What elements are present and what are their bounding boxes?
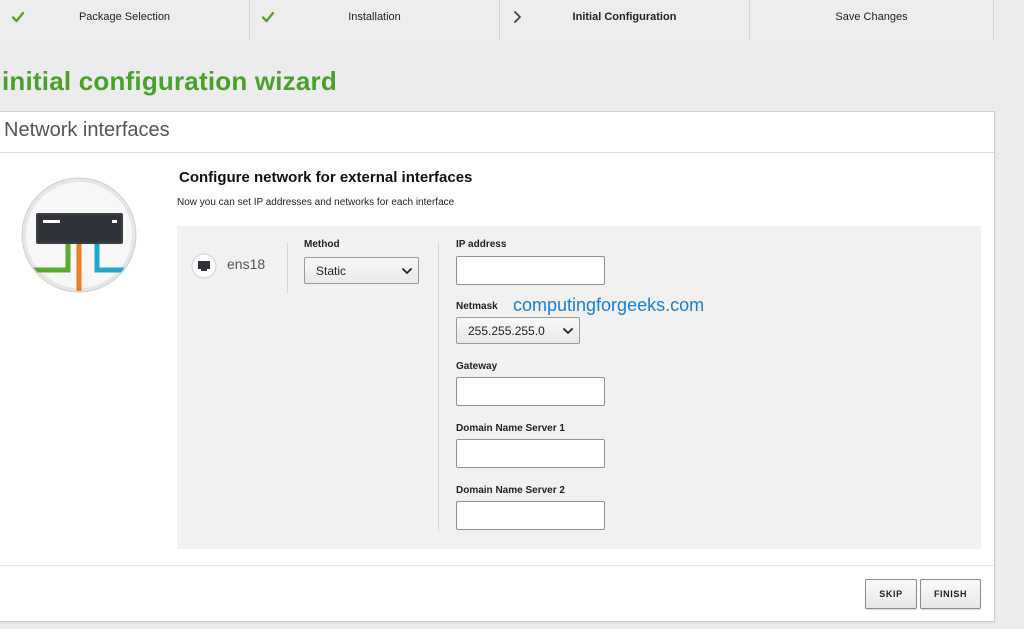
divider (287, 243, 288, 293)
netmask-select[interactable]: 255.255.255.0 (456, 317, 580, 344)
page-title: initial configuration wizard (2, 66, 337, 96)
gateway-label: Gateway (456, 361, 498, 372)
dns2-input[interactable] (456, 501, 605, 530)
step-initial-configuration: Initial Configuration (500, 0, 750, 40)
netmask-value: 255.255.255.0 (468, 324, 545, 338)
chevron-down-icon (402, 268, 412, 274)
chevron-down-icon (563, 328, 573, 334)
ip-address-label: IP address (456, 239, 507, 250)
interface-name: ens18 (227, 256, 266, 272)
divider (438, 243, 439, 531)
step-installation: Installation (250, 0, 500, 40)
network-port-icon (191, 253, 217, 279)
dns1-label: Domain Name Server 1 (456, 423, 565, 434)
finish-button[interactable]: FINISH (920, 579, 981, 609)
step-package-selection: Package Selection (0, 0, 250, 40)
interface-panel: ens18 Method Static IP address Netmask 2… (177, 226, 981, 549)
watermark: computingforgeeks.com (513, 295, 705, 315)
netmask-label: Netmask (456, 301, 498, 312)
step-label: Initial Configuration (572, 11, 677, 23)
section-subtitle: Now you can set IP addresses and network… (177, 197, 455, 208)
divider (0, 565, 994, 566)
method-label: Method (304, 239, 340, 250)
network-switch-icon (21, 177, 137, 293)
card-header: Network interfaces (0, 112, 994, 153)
wizard-steps: Package Selection Installation Initial C… (0, 0, 994, 40)
method-value: Static (316, 264, 347, 278)
dns1-input[interactable] (456, 439, 605, 468)
step-save-changes: Save Changes (750, 0, 994, 40)
step-label: Installation (348, 11, 401, 23)
skip-button[interactable]: SKIP (865, 579, 917, 609)
dns2-label: Domain Name Server 2 (456, 485, 565, 496)
network-interfaces-card: Network interfaces Configure network for… (0, 111, 995, 622)
gateway-input[interactable] (456, 377, 605, 406)
method-select[interactable]: Static (304, 257, 419, 284)
ip-address-input[interactable] (456, 256, 605, 285)
section-title: Configure network for external interface… (179, 169, 473, 186)
step-label: Save Changes (835, 11, 908, 23)
step-label: Package Selection (78, 11, 171, 23)
